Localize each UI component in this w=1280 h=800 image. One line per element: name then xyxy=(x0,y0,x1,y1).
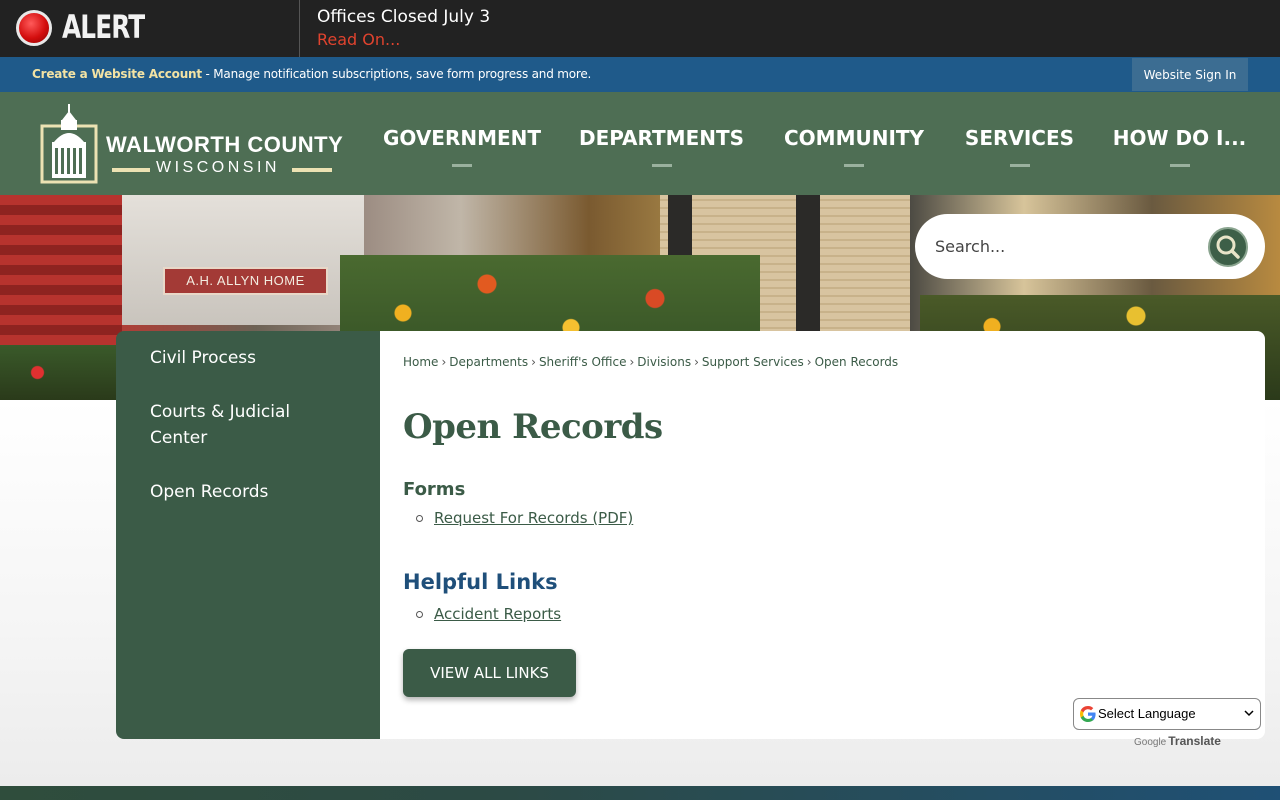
account-bar: Create a Website Account - Manage notifi… xyxy=(0,57,1280,92)
breadcrumb-home[interactable]: Home xyxy=(403,355,438,369)
language-select-label: Select Language xyxy=(1098,706,1196,721)
search-button[interactable] xyxy=(1208,227,1248,267)
powered-google: Google xyxy=(1134,737,1167,748)
nav-item-services[interactable]: SERVICES xyxy=(947,92,1092,195)
breadcrumb-separator: › xyxy=(441,355,447,369)
alert-label-area: ALERT xyxy=(0,0,300,57)
logo-subtitle: WISCONSIN xyxy=(156,159,280,176)
courthouse-logo-icon xyxy=(40,104,98,184)
footer-strip xyxy=(0,786,1280,800)
main-content: Home › Departments › Sheriff's Office › Divisi… xyxy=(380,331,1265,739)
create-account-link[interactable]: Create a Website Account xyxy=(32,67,202,81)
breadcrumb-divisions[interactable]: Divisions xyxy=(637,355,691,369)
site-header: WALWORTH COUNTY WISCONSIN GOVERNMENT DEP… xyxy=(0,92,1280,195)
hero-flowers xyxy=(0,345,125,400)
breadcrumb-separator: › xyxy=(694,355,699,369)
alert-bar: ALERT Offices Closed July 3 Read On... xyxy=(0,0,1280,57)
account-text: Create a Website Account - Manage notifi… xyxy=(32,67,591,81)
breadcrumb-separator: › xyxy=(806,355,812,369)
accident-reports-link[interactable]: Accident Reports xyxy=(434,605,561,623)
nav-dash xyxy=(452,164,472,167)
sidebar-item-open-records[interactable]: Open Records xyxy=(150,479,268,505)
list-bullet xyxy=(416,611,423,618)
search-icon xyxy=(1216,235,1240,259)
alert-title: Offices Closed July 3 xyxy=(317,7,491,27)
chevron-down-icon xyxy=(1244,710,1254,717)
breadcrumb: Home › Departments › Sheriff's Office › Divisi… xyxy=(403,355,898,369)
website-sign-in-button[interactable]: Website Sign In xyxy=(1132,58,1248,91)
account-description: - Manage notification subscriptions, sav… xyxy=(201,67,592,81)
nav-dash xyxy=(844,164,864,167)
breadcrumb-support-services[interactable]: Support Services xyxy=(702,355,804,369)
nav-label: DEPARTMENTS xyxy=(578,126,745,150)
sidebar-item-civil-process[interactable]: Civil Process xyxy=(150,345,256,371)
forms-heading: Forms xyxy=(403,479,466,500)
hero-post xyxy=(796,195,820,335)
breadcrumb-separator: › xyxy=(629,355,635,369)
nav-label: GOVERNMENT xyxy=(382,126,542,150)
main-nav: GOVERNMENT DEPARTMENTS COMMUNITY SERVICE… xyxy=(362,92,1267,195)
breadcrumb-sheriffs-office[interactable]: Sheriff's Office xyxy=(539,355,627,369)
logo-name: WALWORTH COUNTY xyxy=(106,132,344,157)
breadcrumb-separator: › xyxy=(531,355,536,369)
alert-read-on-link[interactable]: Read On... xyxy=(317,30,400,49)
nav-item-community[interactable]: COMMUNITY xyxy=(761,92,947,195)
nav-label: SERVICES xyxy=(964,126,1075,150)
google-g-icon xyxy=(1080,706,1096,722)
nav-dash xyxy=(1169,164,1190,167)
request-for-records-link[interactable]: Request For Records (PDF) xyxy=(434,509,633,527)
hero-sign: A.H. ALLYN HOME xyxy=(163,267,328,295)
nav-dash xyxy=(651,164,672,167)
logo-divider-left xyxy=(112,168,150,172)
logo-divider-right xyxy=(292,168,332,172)
list-bullet xyxy=(416,515,423,522)
alert-dot-icon xyxy=(16,10,52,46)
page-title: Open Records xyxy=(403,407,663,447)
powered-by-google-translate[interactable]: Google Translate xyxy=(1134,734,1221,748)
view-all-links-button[interactable]: VIEW ALL LINKS xyxy=(403,649,576,697)
sidebar-item-courts-judicial-center[interactable]: Courts & Judicial Center xyxy=(150,399,320,451)
helpful-links-heading: Helpful Links xyxy=(403,570,558,594)
alert-label: ALERT xyxy=(62,8,145,46)
hero-mural xyxy=(122,195,364,325)
search-box xyxy=(915,214,1265,279)
county-logo[interactable]: WALWORTH COUNTY WISCONSIN xyxy=(40,102,350,184)
sidebar: Civil Process Courts & Judicial Center O… xyxy=(116,331,380,739)
nav-label: COMMUNITY xyxy=(783,126,925,150)
nav-item-departments[interactable]: DEPARTMENTS xyxy=(562,92,761,195)
nav-item-how-do-i[interactable]: HOW DO I... xyxy=(1092,92,1267,195)
nav-label: HOW DO I... xyxy=(1112,126,1247,150)
nav-item-government[interactable]: GOVERNMENT xyxy=(362,92,562,195)
powered-translate: Translate xyxy=(1168,734,1221,748)
language-select[interactable]: Select Language xyxy=(1073,698,1261,730)
nav-dash xyxy=(1009,164,1030,167)
breadcrumb-departments[interactable]: Departments xyxy=(449,355,528,369)
breadcrumb-open-records[interactable]: Open Records xyxy=(815,355,899,369)
search-input[interactable] xyxy=(935,234,1195,258)
